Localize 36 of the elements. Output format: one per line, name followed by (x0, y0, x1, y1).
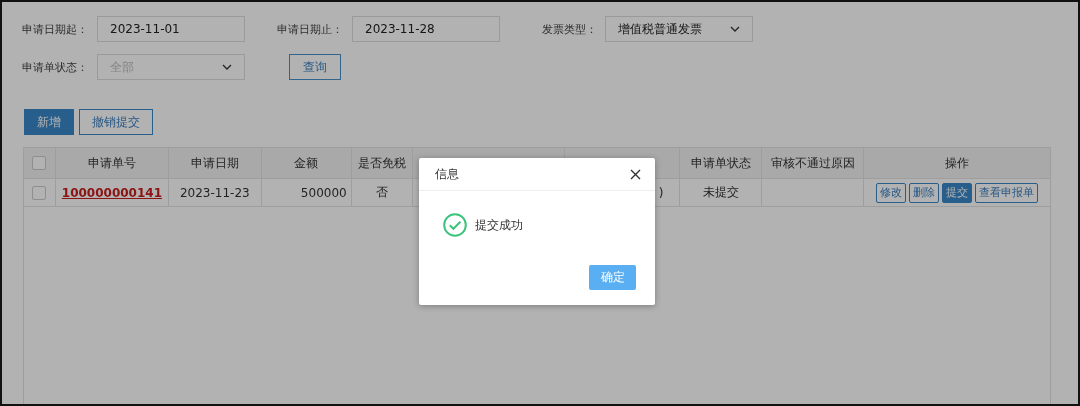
column-header: 申请日期 (190, 154, 239, 172)
filter-label: 申请日期起： (22, 21, 89, 37)
table-cell-text: ) (658, 185, 665, 200)
column-header: 操作 (945, 154, 970, 172)
dialog-title: 信息 (435, 165, 459, 183)
status-cell: 未提交 (702, 184, 739, 201)
filter-label: 发票类型： (542, 21, 598, 37)
confirm-button[interactable]: 确定 (589, 265, 636, 290)
tax-cell: 否 (375, 184, 388, 201)
checkbox[interactable] (32, 156, 47, 170)
column-header: 审核不通过原因 (770, 154, 855, 172)
column-header: 申请单号 (87, 154, 136, 172)
close-icon[interactable] (630, 168, 641, 180)
checkbox[interactable] (32, 185, 47, 200)
action-button[interactable]: 提交 (942, 182, 973, 203)
amount-cell-text: 500000 (300, 185, 348, 200)
column-header: 申请单状态 (690, 154, 751, 172)
date-field[interactable]: 2023-11-01 (97, 16, 245, 42)
dialog-message: 提交成功 (475, 216, 523, 234)
toolbar-button[interactable]: 撤销提交 (79, 109, 153, 135)
chevron-down-icon (730, 26, 740, 32)
number-link[interactable]: 100000000141 (61, 185, 162, 200)
date-field[interactable]: 2023-11-28 (352, 16, 500, 42)
column-header: 金额 (294, 154, 319, 172)
chevron-down-icon (222, 64, 232, 70)
filter-label: 申请日期止： (277, 21, 344, 37)
column-header: 是否免税 (357, 154, 406, 172)
action-button[interactable]: 修改 (876, 182, 907, 203)
action-button[interactable]: 查看申报单 (975, 182, 1039, 203)
select-field[interactable]: 增值税普通发票 (605, 16, 753, 42)
toolbar-button[interactable]: 新增 (24, 109, 74, 135)
query-button[interactable]: 查询 (289, 54, 341, 80)
check-circle-icon (443, 213, 467, 237)
filter-label: 申请单状态： (22, 59, 89, 75)
action-button[interactable]: 删除 (909, 182, 940, 203)
date-cell: 2023-11-23 (179, 185, 250, 200)
